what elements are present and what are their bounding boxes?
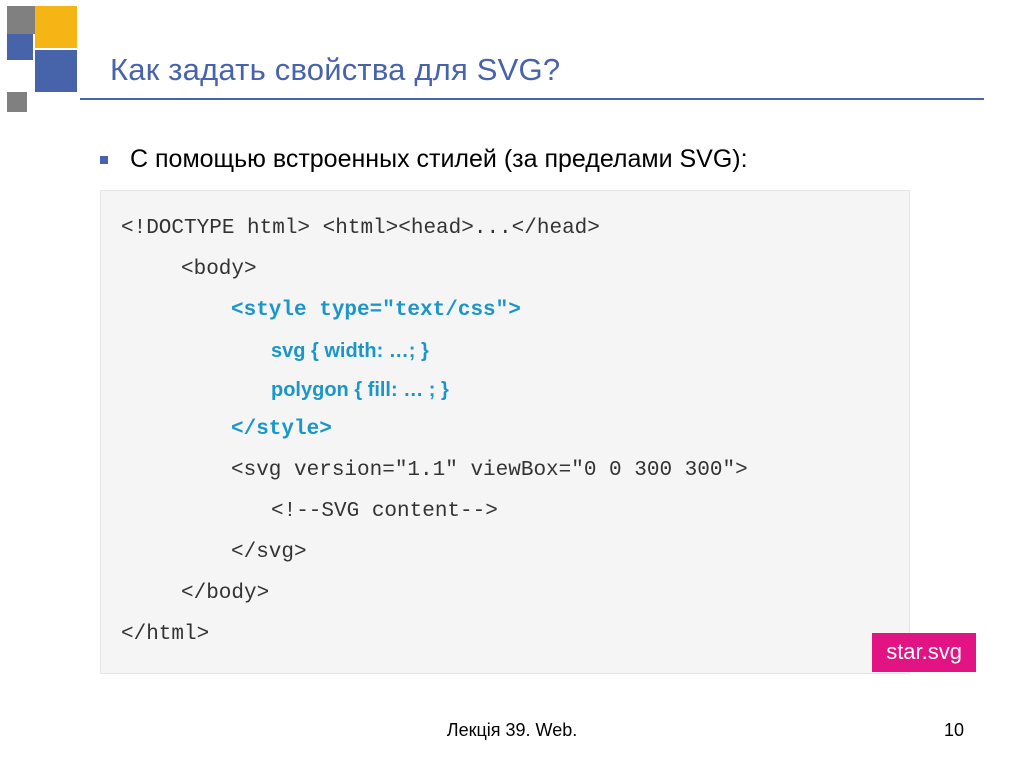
footer-text: Лекція 39. Web. [0,720,1024,741]
code-line: </html> [121,615,889,656]
decor-square [7,6,35,34]
code-line: <style type="text/css"> [231,291,889,332]
decor-square [35,6,77,48]
decor-square [7,92,27,112]
filename-badge: star.svg [872,633,976,672]
page-number: 10 [944,720,964,741]
code-line: <!--SVG content--> [271,492,889,533]
title-underline [80,98,984,100]
code-line: svg { width: …; } [271,332,889,371]
code-line: polygon { fill: … ; } [271,371,889,410]
bullet-icon [100,156,108,164]
decor-square [35,50,77,92]
code-line: <!DOCTYPE html> <html><head>...</head> [121,209,889,250]
code-block: <!DOCTYPE html> <html><head>...</head> <… [100,190,910,674]
code-line: </style> [231,410,889,451]
code-line: </body> [181,574,889,615]
code-line: </svg> [231,533,889,574]
bullet-text: С помощью встроенных стилей (за пределам… [130,145,748,174]
slide: Как задать свойства для SVG? С помощью в… [0,0,1024,767]
decor-square [7,34,33,60]
bullet-item: С помощью встроенных стилей (за пределам… [100,145,748,174]
slide-title: Как задать свойства для SVG? [110,52,560,88]
code-line: <body> [181,250,889,291]
code-line: <svg version="1.1" viewBox="0 0 300 300"… [231,451,889,492]
